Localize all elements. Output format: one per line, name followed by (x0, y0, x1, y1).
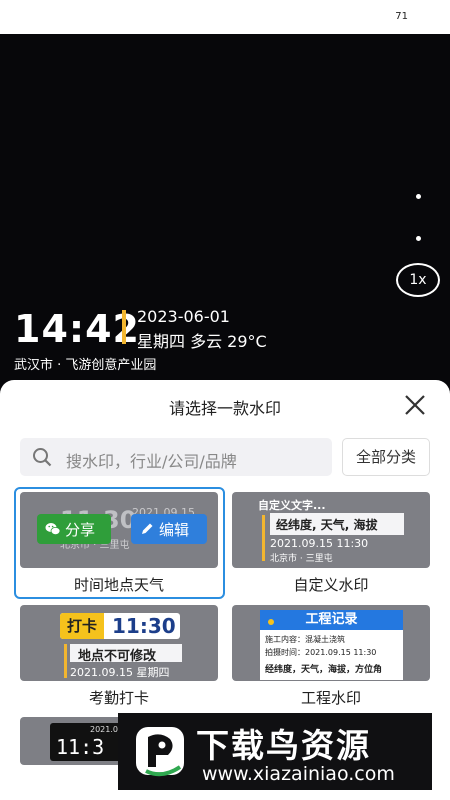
search-placeholder: 搜水印，行业/公司/品牌 (66, 452, 237, 471)
bird-logo-icon (136, 727, 184, 777)
preview-time: 11:30 (112, 614, 176, 638)
focus-dot-indicator (416, 194, 421, 199)
close-icon[interactable] (402, 392, 428, 418)
preview-date: 2021.09.15 星期四 (70, 666, 170, 679)
search-icon (33, 448, 52, 467)
preview-record-card: 工程记录 施工内容：混凝土浇筑 拍摄时间：2021.09.15 11:30 经纬… (260, 610, 403, 680)
preview-box: 地点不可修改 (70, 644, 182, 664)
card-preview: 打卡 11:30 地点不可修改 2021.09.15 星期四 (20, 605, 218, 681)
sheet-title: 请选择一款水印 (168, 399, 281, 418)
card-label: 自定义水印 (293, 576, 369, 594)
wechat-icon (45, 523, 61, 535)
watermark-weekday-weather: 星期四 多云 29°C (137, 332, 267, 351)
card-label: 时间地点天气 (73, 576, 164, 594)
preview-accent-bar (262, 515, 265, 561)
watermark-card-custom[interactable]: 自定义文字... 经纬度, 天气, 海拔 2021.09.15 11:30 北京… (232, 492, 430, 596)
all-categories-button[interactable]: 全部分类 (342, 438, 430, 476)
focus-dot-indicator (416, 236, 421, 241)
edit-button[interactable]: 编辑 (131, 514, 207, 544)
preview-accent-bar (64, 644, 67, 678)
preview-tag: 打卡 (60, 613, 104, 639)
preview-line: 拍摄时间：2021.09.15 11:30 (265, 648, 377, 657)
watermark-date: 2023-06-01 (137, 307, 230, 326)
card-preview: 工程记录 施工内容：混凝土浇筑 拍摄时间：2021.09.15 11:30 经纬… (232, 605, 430, 681)
preview-box-text: 地点不可修改 (78, 649, 157, 664)
site-watermark-logo: 下载鸟资源 www.xiazainiao.com (118, 713, 432, 790)
watermark-location: 武汉市 · 飞游创意产业园 (14, 358, 157, 373)
zoom-button[interactable]: 1x (396, 263, 440, 297)
share-button[interactable]: 分享 (37, 514, 111, 544)
preview-punch-badge: 打卡 11:30 (60, 613, 180, 639)
watermark-card-engineering[interactable]: 工程记录 施工内容：混凝土浇筑 拍摄时间：2021.09.15 11:30 经纬… (232, 605, 430, 709)
card-label: 工程水印 (300, 689, 361, 707)
card-preview: 自定义文字... 经纬度, 天气, 海拔 2021.09.15 11:30 北京… (232, 492, 430, 568)
card-label: 考勤打卡 (88, 689, 149, 707)
watermark-card-attendance[interactable]: 打卡 11:30 地点不可修改 2021.09.15 星期四 考勤打卡 (20, 605, 218, 709)
camera-viewfinder[interactable]: 1x 14:42 2023-06-01 星期四 多云 29°C 武汉市 · 飞游… (0, 34, 450, 414)
preview-location: 北京市 · 三里屯 (270, 554, 333, 564)
preview-date: 2021.09.15 11:30 (270, 537, 369, 550)
watermark-card-time-location-weather[interactable]: 11:30 2021.09.15 北京市 · 三里屯 分享 编辑 时间地点天气 (20, 492, 218, 596)
status-indicator: 71 (395, 11, 408, 22)
status-bar: 71 (0, 0, 450, 34)
search-input[interactable]: 搜水印，行业/公司/品牌 (20, 438, 332, 476)
preview-dot (268, 619, 274, 625)
preview-box: 经纬度, 天气, 海拔 (270, 513, 404, 535)
preview-head: 工程记录 (260, 610, 403, 630)
pencil-icon (142, 523, 153, 534)
card-preview: 11:30 2021.09.15 北京市 · 三里屯 分享 编辑 (20, 492, 218, 568)
watermark-accent-bar (122, 310, 126, 344)
ad-title: 下载鸟资源 (196, 726, 371, 765)
ad-url: www.xiazainiao.com (202, 763, 395, 785)
preview-title: 自定义文字... (258, 499, 326, 512)
preview-line: 施工内容：混凝土浇筑 (265, 635, 345, 644)
share-label: 分享 (65, 521, 96, 539)
preview-box-text: 经纬度, 天气, 海拔 (276, 518, 378, 532)
edit-label: 编辑 (159, 521, 190, 539)
preview-line: 经纬度，天气，海拔，方位角 (265, 665, 383, 675)
preview-time: 11:3 (56, 735, 105, 759)
